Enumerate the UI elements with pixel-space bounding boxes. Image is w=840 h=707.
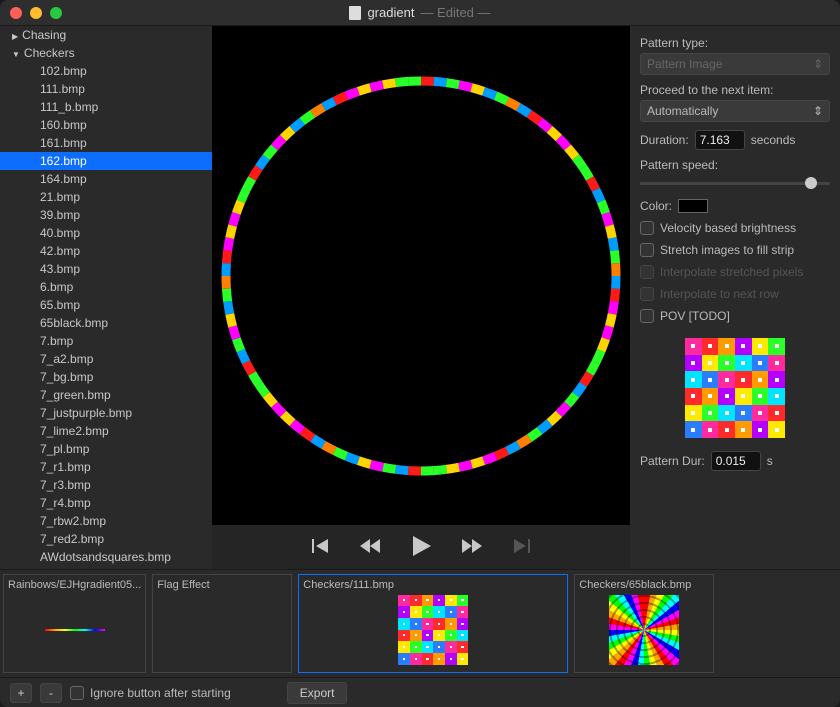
tree-file-item[interactable]: 7_r3.bmp [0,476,212,494]
export-button[interactable]: Export [287,682,348,704]
tree-file-item[interactable]: AWdotsandsquares.bmp [0,548,212,566]
pattern-type-label: Pattern type: [640,36,830,50]
pattern-type-select[interactable]: Pattern Image ⇕ [640,53,830,75]
tree-file-item[interactable]: 164.bmp [0,170,212,188]
tree-file-item[interactable]: 7_rbw2.bmp [0,512,212,530]
tree-group[interactable]: Chasing [0,26,212,44]
tree-file-item[interactable]: 7_justpurple.bmp [0,404,212,422]
clip-thumbnail [303,591,563,668]
window-controls [10,7,62,19]
tree-file-item[interactable]: 65black.bmp [0,314,212,332]
tree-file-item[interactable]: 7.bmp [0,332,212,350]
app-window: gradient — Edited — ChasingCheckers102.b… [0,0,840,707]
led-ring-icon [216,71,626,481]
timeline-strip[interactable]: Rainbows/EJHgradient05... Flag Effect Chec… [0,569,840,677]
tree-file-item[interactable]: 21.bmp [0,188,212,206]
tree-file-item[interactable]: 43.bmp [0,260,212,278]
interpolate-pixels-checkbox [640,265,654,279]
clip-label: Checkers/111.bmp [303,579,563,591]
pattern-thumbnail [680,333,790,443]
remove-clip-button[interactable]: - [40,683,62,703]
timeline-clip[interactable]: Flag Effect [152,574,292,673]
duration-unit: seconds [751,133,796,147]
ignore-button-label: Ignore button after starting [90,686,231,700]
velocity-brightness-checkbox[interactable] [640,221,654,235]
duration-label: Duration: [640,133,689,147]
timeline-clip[interactable]: Checkers/111.bmp [298,574,568,673]
rewind-button[interactable] [358,537,382,558]
tree-file-item[interactable]: 7_lime2.bmp [0,422,212,440]
file-sidebar[interactable]: ChasingCheckers102.bmp111.bmp111_b.bmp16… [0,26,212,569]
tree-file-item[interactable]: 39.bmp [0,206,212,224]
interpolate-row-checkbox [640,287,654,301]
duration-input[interactable] [695,130,745,150]
tree-file-item[interactable]: 161.bmp [0,134,212,152]
main-area: ChasingCheckers102.bmp111.bmp111_b.bmp16… [0,26,840,569]
pattern-dur-unit: s [767,454,773,468]
proceed-select[interactable]: Automatically ⇕ [640,100,830,122]
tree-file-item[interactable]: 7_red2.bmp [0,530,212,548]
clip-label: Checkers/65black.bmp [579,579,709,591]
stretch-images-checkbox[interactable] [640,243,654,257]
tree-file-item[interactable]: 40.bmp [0,224,212,242]
tree-file-item[interactable]: 111.bmp [0,80,212,98]
skip-start-button[interactable] [310,537,330,558]
skip-end-button[interactable] [512,537,532,558]
tree-file-item[interactable]: 6.bmp [0,278,212,296]
clip-label: Rainbows/EJHgradient05... [8,579,141,591]
tree-file-item[interactable]: 7_r1.bmp [0,458,212,476]
window-title: gradient — Edited — [349,5,490,20]
tree-file-item[interactable]: 7_r4.bmp [0,494,212,512]
footer-bar: + - Ignore button after starting Export [0,677,840,707]
tree-file-item[interactable]: 7_a2.bmp [0,350,212,368]
color-label: Color: [640,199,672,213]
pov-checkbox[interactable] [640,309,654,323]
close-window-button[interactable] [10,7,22,19]
clip-thumbnail [8,591,141,668]
pattern-dur-input[interactable] [711,451,761,471]
tree-group[interactable]: Checkers [0,44,212,62]
pattern-dur-label: Pattern Dur: [640,454,705,468]
led-ring-preview [212,26,630,525]
tree-file-item[interactable]: 7_pl.bmp [0,440,212,458]
minimize-window-button[interactable] [30,7,42,19]
zoom-window-button[interactable] [50,7,62,19]
tree-file-item[interactable]: 65.bmp [0,296,212,314]
tree-file-item[interactable]: 102.bmp [0,62,212,80]
preview-pane [212,26,630,569]
tree-file-item[interactable]: 7_bg.bmp [0,368,212,386]
tree-file-item[interactable]: 42.bmp [0,242,212,260]
clip-label: Flag Effect [157,579,287,591]
clip-thumbnail [579,591,709,668]
document-status: — Edited — [420,5,490,20]
playback-controls [212,525,630,569]
chevron-updown-icon: ⇕ [813,57,823,71]
timeline-clip[interactable]: Checkers/65black.bmp [574,574,714,673]
timeline-clip[interactable]: Rainbows/EJHgradient05... [3,574,146,673]
chevron-updown-icon: ⇕ [813,104,823,118]
properties-panel: Pattern type: Pattern Image ⇕ Proceed to… [630,26,840,569]
color-swatch[interactable] [678,199,708,213]
pattern-speed-slider[interactable] [640,175,830,191]
play-button[interactable] [410,534,432,561]
tree-file-item[interactable]: 160.bmp [0,116,212,134]
tree-file-item[interactable]: 162.bmp [0,152,212,170]
titlebar[interactable]: gradient — Edited — [0,0,840,26]
tree-file-item[interactable]: 7_green.bmp [0,386,212,404]
proceed-label: Proceed to the next item: [640,83,830,97]
ignore-button-checkbox[interactable] [70,686,84,700]
fast-forward-button[interactable] [460,537,484,558]
document-icon [349,6,361,20]
add-clip-button[interactable]: + [10,683,32,703]
clip-thumbnail [157,591,287,668]
tree-file-item[interactable]: 111_b.bmp [0,98,212,116]
document-name: gradient [367,5,414,20]
pattern-speed-label: Pattern speed: [640,158,830,172]
